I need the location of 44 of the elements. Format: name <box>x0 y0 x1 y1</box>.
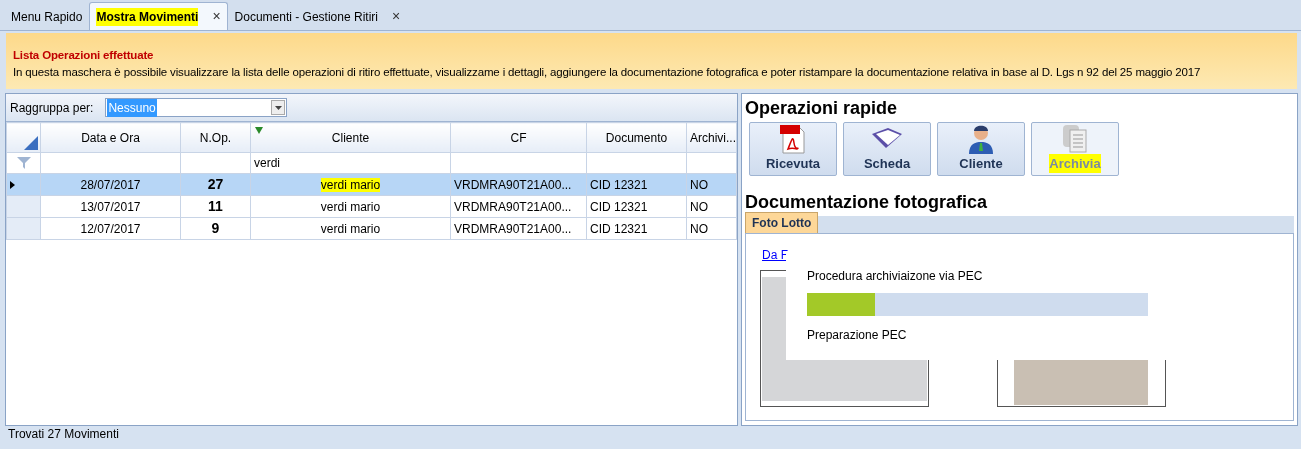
progress-title: Procedura archiviaizone via PEC <box>807 268 984 285</box>
quick-action-button[interactable]: Scheda <box>843 122 931 176</box>
banner-title: Lista Operazioni effettuate <box>13 48 155 63</box>
table-cell: 12/07/2017 <box>40 217 181 240</box>
table-cell: CID 12321 <box>586 195 687 218</box>
section-title: Operazioni rapide <box>745 98 899 118</box>
filter-field[interactable]: verdi <box>250 152 451 174</box>
column-header[interactable]: Cliente <box>250 122 451 153</box>
table-cell: verdi mario <box>250 217 451 240</box>
column-header[interactable]: Documento <box>586 122 687 153</box>
tab[interactable]: Documenti - Gestione Ritiri × <box>227 2 408 30</box>
person-icon <box>968 124 994 154</box>
table-cell: CID 12321 <box>586 217 687 240</box>
progress-status: Preparazione PEC <box>807 327 908 344</box>
group-by-label: Raggruppa per: <box>10 99 94 117</box>
documents-icon <box>1062 124 1088 154</box>
row-pointer-icon <box>10 180 15 189</box>
column-header[interactable]: CF <box>450 122 587 153</box>
table-cell: 28/07/2017 <box>40 173 181 196</box>
pdf-file-icon <box>780 124 806 154</box>
column-header[interactable]: Archivi... <box>686 122 737 153</box>
table-cell: verdi mario <box>250 173 451 196</box>
column-header[interactable]: Data e Ora <box>40 122 181 153</box>
table-cell: VRDMRA90T21A00... <box>450 217 587 240</box>
column-header[interactable]: N.Op. <box>180 122 251 153</box>
table-cell: 11 <box>180 195 251 218</box>
tab[interactable]: Foto Lotto <box>745 212 819 233</box>
table-cell: 9 <box>180 217 251 240</box>
quick-action-button[interactable]: Ricevuta <box>749 122 837 176</box>
filter-icon <box>255 127 263 134</box>
tab[interactable]: Mostra Movimenti × <box>89 2 228 30</box>
table-cell: 13/07/2017 <box>40 195 181 218</box>
section-title: Documentazione fotografica <box>745 192 989 212</box>
table-cell: VRDMRA90T21A00... <box>450 173 587 196</box>
filter-icon[interactable] <box>16 157 31 169</box>
banner-text: In questa maschera è possibile visualizzare la lista delle operazioni di ritiro effettuate, visualizzame i dettagli, aggiungere la documentazione fotografica e poter ristampare la documentazione relativa in base al D. Lgs n 92 del 25 maggio 2017 <box>13 65 1202 81</box>
table-cell: verdi mario <box>250 195 451 218</box>
status-text: Trovati 27 Movimenti <box>7 426 120 442</box>
table-cell: VRDMRA90T21A00... <box>450 195 587 218</box>
quick-action-button[interactable]: Cliente <box>937 122 1025 176</box>
row-header[interactable] <box>6 173 41 196</box>
table-cell: NO <box>686 195 737 218</box>
tab[interactable]: Menu Rapido <box>4 2 90 30</box>
table-cell: NO <box>686 217 737 240</box>
